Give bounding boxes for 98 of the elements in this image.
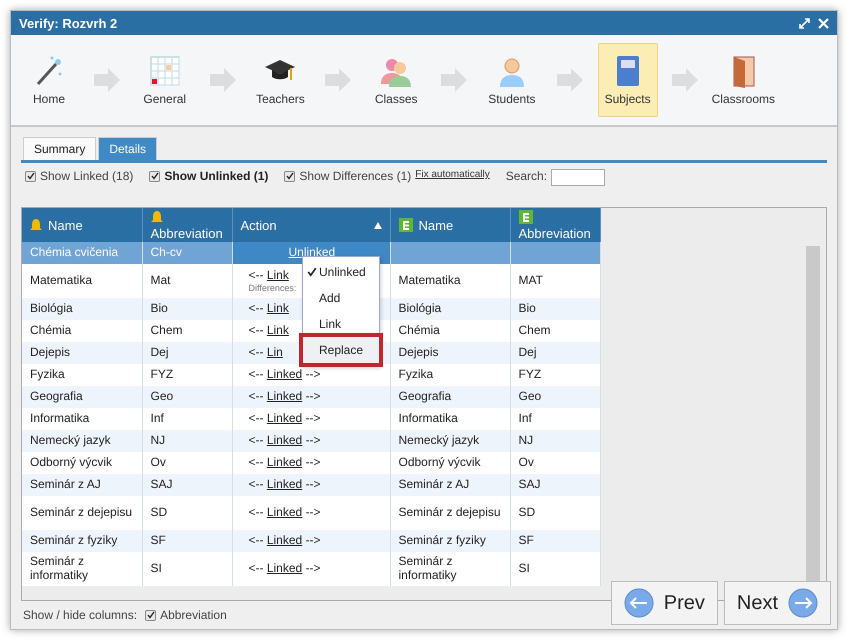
filter-label: Show Unlinked (1)	[164, 169, 268, 183]
arrow-text: <--	[248, 561, 264, 576]
wizard-step[interactable]: Classrooms	[713, 43, 774, 117]
arrow-text: -->	[304, 533, 321, 548]
wizard-step[interactable]: Students	[482, 43, 542, 117]
sort-up-icon	[374, 222, 382, 229]
arrow-text: <--	[248, 505, 264, 520]
table-cell: SI	[142, 552, 232, 586]
arrow-text: -->	[304, 389, 321, 404]
arrow-text: <--	[248, 268, 264, 282]
checkmark-icon	[307, 267, 317, 277]
bell-icon	[150, 210, 162, 224]
link-status-link[interactable]: Linked	[266, 561, 302, 576]
arrow-text: <--	[248, 477, 264, 492]
table-row[interactable]: Fyzika FYZ <-- Linked --> Fyzika FYZ	[22, 364, 600, 386]
table-row[interactable]: Odborný výcvik Ov <-- Linked --> Odborný výcvik Ov	[22, 452, 600, 474]
arrow-text: -->	[304, 477, 321, 492]
link-status-link[interactable]: Linked	[266, 433, 302, 448]
table-cell: SI	[510, 552, 600, 586]
arrow-text: <--	[248, 455, 264, 470]
menu-item[interactable]: Replace	[303, 337, 379, 363]
tab[interactable]: Summary	[23, 137, 96, 160]
bell-icon	[30, 218, 42, 232]
arrow-text: <--	[248, 389, 264, 404]
table-row[interactable]: Seminár z informatiky SI <-- Linked --> Seminár z informatiky SI	[22, 552, 600, 586]
e-logo-icon	[398, 218, 412, 232]
e-logo-icon	[518, 210, 532, 224]
link-status-link[interactable]: Lin	[266, 345, 283, 360]
calendar-icon	[148, 54, 182, 88]
next-button[interactable]: Next	[724, 581, 831, 625]
arrow-text: -->	[304, 455, 321, 470]
search-label: Search:	[506, 169, 548, 183]
arrow-text: <--	[248, 367, 264, 382]
column-header[interactable]: Action	[232, 208, 390, 242]
arrow-text: <--	[248, 345, 264, 360]
table-row[interactable]: Seminár z AJ SAJ <-- Linked --> Seminár z AJ SAJ	[22, 474, 600, 496]
differences-note: Differences:	[248, 283, 298, 294]
link-status-link[interactable]: Linked	[266, 367, 302, 382]
columns-toggle-label: Show / hide columns:	[23, 608, 138, 622]
close-icon[interactable]	[818, 18, 829, 28]
link-status-link[interactable]: Link	[266, 268, 289, 282]
link-status-link[interactable]: Link	[266, 323, 289, 338]
window-title: Verify: Rozvrh 2	[19, 16, 118, 30]
table-row[interactable]: Seminár z fyziky SF <-- Linked --> Seminár z fyziky SF	[22, 530, 600, 552]
link-status-link[interactable]: Linked	[266, 455, 302, 470]
table-row[interactable]: Chémia cvičenia Ch-cv Unlinked	[22, 242, 600, 264]
link-status-link[interactable]: Linked	[266, 533, 302, 548]
step-arrow-icon	[210, 68, 236, 92]
checkbox[interactable]	[284, 170, 296, 182]
wizard-step[interactable]: Classes	[366, 43, 426, 117]
link-status-link[interactable]: Unlinked	[288, 245, 336, 260]
checkbox[interactable]	[25, 170, 36, 182]
arrow-text: <--	[248, 301, 264, 316]
filter-label: Show Differences (1)	[299, 169, 412, 183]
tab[interactable]: Details	[98, 137, 158, 160]
column-header[interactable]: Name	[390, 208, 510, 242]
arrow-text: -->	[304, 561, 321, 576]
table-row[interactable]: Seminár z dejepisu SD <-- Linked --> Seminár z dejepisu SD	[22, 496, 600, 530]
checkbox[interactable]	[149, 170, 160, 182]
arrow-text: <--	[248, 433, 264, 448]
step-arrow-icon	[94, 68, 120, 92]
table-row[interactable]: Informatika Inf <-- Linked --> Informatika Inf	[22, 408, 600, 430]
checkbox[interactable]	[145, 610, 156, 620]
column-header[interactable]: Abbreviation	[510, 208, 600, 242]
table-cell: Seminár z informatiky	[390, 552, 510, 586]
link-status-link[interactable]: Linked	[266, 505, 302, 520]
menu-item[interactable]: Link	[303, 311, 379, 337]
link-status-link[interactable]: Link	[266, 301, 289, 316]
table-row[interactable]: Nemecký jazyk NJ <-- Linked --> Nemecký jazyk NJ	[22, 430, 600, 452]
step-arrow-icon	[672, 68, 698, 92]
link-status-link[interactable]: Linked	[266, 477, 302, 492]
checkbox-label: Abbreviation	[160, 608, 227, 622]
arrow-text: -->	[304, 367, 321, 382]
arrow-text: -->	[304, 505, 321, 520]
column-header[interactable]: Name	[22, 208, 142, 242]
link-status-link[interactable]: Linked	[266, 389, 302, 404]
step-arrow-icon	[441, 68, 468, 92]
step-arrow-icon	[556, 68, 583, 92]
filter-label: Show Linked (18)	[40, 169, 134, 183]
arrow-text: <--	[248, 411, 264, 426]
wizard-step[interactable]: General	[134, 43, 195, 117]
column-header[interactable]: Abbreviation	[142, 208, 232, 242]
wizard-step[interactable]: Home	[19, 43, 79, 117]
prev-button[interactable]: Prev	[610, 581, 718, 625]
search-field[interactable]	[551, 169, 606, 186]
arrow-text: <--	[248, 323, 264, 338]
table-cell: Seminár z informatiky	[22, 552, 142, 586]
wizard-step[interactable]: Subjects	[598, 43, 658, 117]
menu-item[interactable]: Add	[303, 285, 379, 311]
step-arrow-icon	[325, 68, 352, 92]
arrow-text: <--	[248, 533, 264, 548]
wizard-step[interactable]: Teachers	[250, 43, 310, 117]
fix-automatically-link[interactable]: Fix automatically	[415, 169, 490, 180]
link-status-link[interactable]: Linked	[266, 411, 302, 426]
maximize-icon[interactable]	[799, 18, 810, 28]
arrow-text: -->	[304, 433, 321, 448]
table-row[interactable]: Geografia Geo <-- Linked --> Geografia Geo	[22, 386, 600, 408]
arrow-text: -->	[304, 411, 321, 426]
